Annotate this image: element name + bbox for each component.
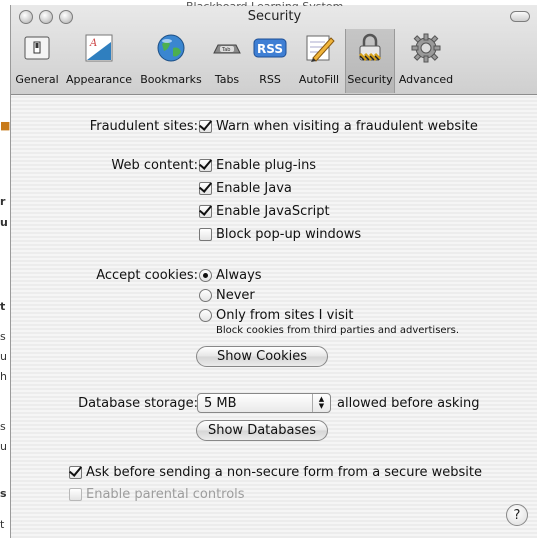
warn-fraudulent-checkbox[interactable]: Warn when visiting a fraudulent website (199, 119, 478, 134)
background-text: u (0, 350, 7, 363)
tab-rss[interactable]: RSS RSS (247, 29, 293, 93)
enable-javascript-checkbox[interactable]: Enable JavaScript (199, 204, 330, 219)
database-storage-label: Database storage: (78, 396, 198, 411)
rss-icon: RSS (253, 31, 287, 65)
checkbox-label: Enable parental controls (86, 487, 245, 502)
tab-appearance[interactable]: A Appearance (63, 29, 135, 93)
tab-autofill[interactable]: AutoFill (293, 29, 345, 93)
cookies-help-text: Block cookies from third parties and adv… (216, 325, 460, 336)
background-text: s (0, 420, 6, 433)
tab-label: AutoFill (298, 73, 340, 86)
up-down-arrows-icon: ▲ ▼ (312, 394, 330, 412)
security-pane: Fraudulent sites: Warn when visiting a f… (11, 96, 537, 538)
tab-label: General (15, 73, 59, 86)
tab-bookmarks[interactable]: Bookmarks (135, 29, 207, 93)
checkbox-label: Enable Java (216, 181, 292, 196)
checkbox-label: Enable JavaScript (216, 204, 330, 219)
checkbox-label: Ask before sending a non-secure form fro… (86, 465, 482, 480)
tab-label: Security (347, 73, 393, 86)
tab-advanced[interactable]: Advanced (395, 29, 457, 93)
checkbox-box[interactable] (199, 228, 212, 241)
toolbar-toggle-button[interactable] (510, 11, 530, 22)
checkbox-box[interactable] (199, 159, 212, 172)
ask-nonsecure-form-checkbox[interactable]: Ask before sending a non-secure form fro… (69, 465, 482, 480)
gear-icon (409, 31, 443, 65)
background-text: r (0, 195, 6, 208)
checkbox-box[interactable] (199, 182, 212, 195)
show-databases-button[interactable]: Show Databases (196, 420, 328, 441)
tab-label: Tabs (214, 73, 240, 86)
database-size-popup[interactable]: 5 MB ▲ ▼ (197, 393, 331, 413)
tab-label: Advanced (398, 73, 454, 86)
radio-label: Only from sites I visit (216, 308, 354, 323)
tab-label: Appearance (65, 73, 133, 86)
parental-controls-checkbox: Enable parental controls (69, 487, 245, 502)
tab-security[interactable]: Security (345, 29, 395, 93)
background-window-title: Blackboard Learning System (186, 0, 343, 6)
switch-icon (20, 31, 54, 65)
fraudulent-sites-label: Fraudulent sites: (89, 119, 198, 134)
cookies-always-radio[interactable]: Always (199, 268, 262, 283)
background-text: ■ (0, 119, 11, 132)
background-text: t (0, 300, 6, 313)
background-page: ■ r u t s u h s u s t (0, 0, 10, 538)
lock-icon (353, 31, 387, 65)
background-text: t (0, 518, 5, 531)
tab-general[interactable]: General (11, 29, 63, 93)
globe-icon (154, 31, 188, 65)
radio-label: Always (216, 268, 262, 283)
cookies-visited-radio[interactable]: Only from sites I visit (199, 308, 353, 323)
enable-plugins-checkbox[interactable]: Enable plug-ins (199, 158, 316, 173)
tab-label: Bookmarks (140, 73, 202, 86)
background-text: u (0, 440, 7, 453)
checkbox-box[interactable] (69, 466, 82, 479)
accept-cookies-label: Accept cookies: (96, 268, 198, 283)
window-title: Security (247, 9, 302, 24)
checkbox-box[interactable] (199, 205, 212, 218)
popup-value: 5 MB (204, 395, 237, 411)
title-bar: Blackboard Learning System Security Gene… (11, 0, 537, 95)
radio-circle[interactable] (199, 289, 212, 302)
enable-java-checkbox[interactable]: Enable Java (199, 181, 292, 196)
radio-label: Never (216, 288, 255, 303)
checkbox-label: Block pop-up windows (216, 227, 362, 242)
background-text: s (0, 487, 7, 500)
svg-text:A: A (89, 38, 97, 49)
background-text: s (0, 330, 6, 343)
pencil-icon (302, 31, 336, 65)
font-icon: A (82, 31, 116, 65)
svg-text:Tab: Tab (221, 47, 230, 53)
radio-circle[interactable] (199, 269, 212, 282)
block-popups-checkbox[interactable]: Block pop-up windows (199, 227, 361, 242)
checkbox-box[interactable] (199, 120, 212, 133)
preferences-window: Blackboard Learning System Security Gene… (10, 0, 537, 538)
database-storage-suffix: allowed before asking (337, 396, 480, 411)
tabs-icon: Tab (210, 31, 244, 65)
checkbox-label: Warn when visiting a fraudulent website (216, 119, 478, 134)
tab-label: RSS (259, 73, 281, 86)
cookies-never-radio[interactable]: Never (199, 288, 255, 303)
web-content-label: Web content: (111, 158, 198, 173)
show-cookies-button[interactable]: Show Cookies (196, 346, 328, 367)
background-text: h (0, 370, 7, 383)
tab-tabs[interactable]: Tab Tabs (207, 29, 247, 93)
svg-text:RSS: RSS (257, 42, 283, 56)
checkbox-label: Enable plug-ins (216, 158, 317, 173)
checkbox-box (69, 488, 82, 501)
help-button[interactable]: ? (506, 504, 528, 526)
background-text: u (0, 216, 8, 229)
preferences-toolbar: General A Appearance Bookmarks Tab Tabs (11, 29, 457, 93)
radio-circle[interactable] (199, 309, 212, 322)
